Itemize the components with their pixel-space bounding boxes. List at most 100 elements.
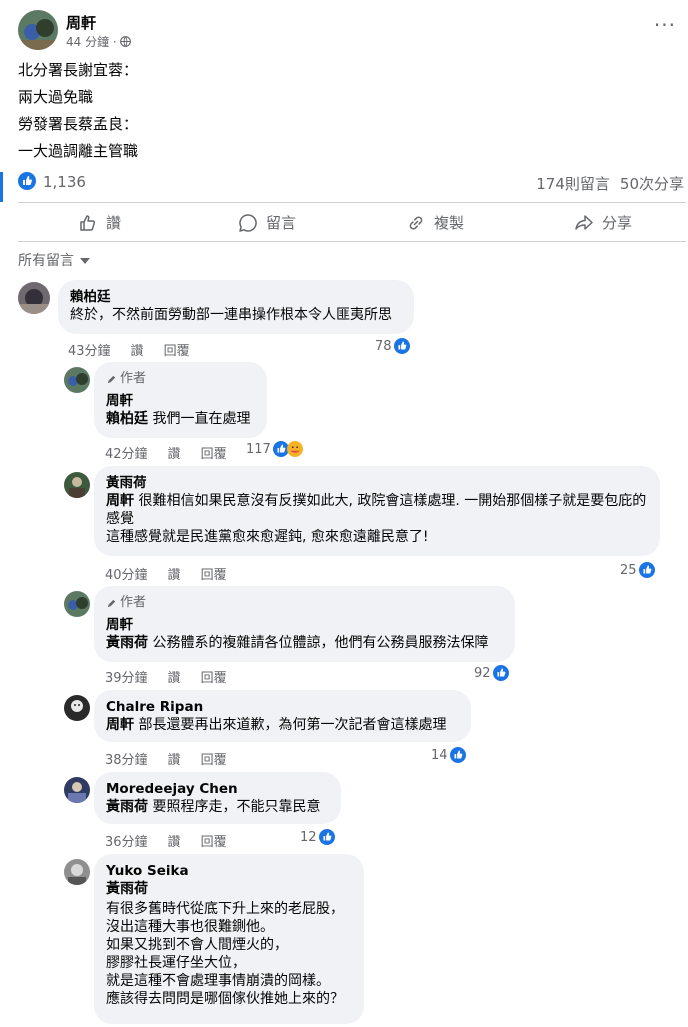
comment-actions: 38分鐘 讚 回覆 bbox=[105, 749, 227, 768]
commenter-avatar[interactable] bbox=[64, 591, 90, 617]
comment-bubble: 作者 周軒 黃雨荷 公務體系的複雜請各位體諒，他們有公務員服務法保障 bbox=[94, 586, 515, 662]
comment-text-line: 就是這種不會處理事情崩潰的岡樣。 bbox=[106, 973, 330, 989]
comment-time[interactable]: 38分鐘 bbox=[105, 749, 148, 768]
comment-like-button[interactable]: 讚 bbox=[168, 831, 181, 850]
caret-down-icon bbox=[80, 258, 90, 264]
pencil-icon bbox=[107, 599, 116, 607]
mention-tag[interactable]: 周軒 bbox=[106, 493, 134, 509]
post-author-name[interactable]: 周軒 bbox=[66, 12, 96, 33]
reaction-count: 117 bbox=[246, 441, 271, 457]
comment-author[interactable]: Moredeejay Chen bbox=[106, 780, 329, 798]
like-reaction-icon bbox=[318, 829, 335, 845]
reaction-count: 78 bbox=[375, 338, 392, 354]
post-time[interactable]: 44 分鐘 · bbox=[66, 33, 117, 50]
mention-tag[interactable]: 黃雨荷 bbox=[106, 880, 352, 898]
shares-count[interactable]: 50次分享 bbox=[620, 173, 684, 194]
comment-author[interactable]: Chalre Ripan bbox=[106, 698, 459, 716]
comment-text-line: 有很多舊時代從底下升上來的老屁股， bbox=[106, 901, 344, 917]
comment-author[interactable]: 賴柏廷 bbox=[70, 288, 402, 306]
comment-time[interactable]: 39分鐘 bbox=[105, 667, 148, 686]
comment-bubble: 賴柏廷 終於，不然前面勞動部一連串操作根本令人匪夷所思 bbox=[58, 280, 414, 334]
reaction-count: 25 bbox=[620, 562, 637, 578]
comment-body: 我們一直在處理 bbox=[148, 411, 251, 427]
comment-text: 黃雨荷 公務體系的複雜請各位體諒，他們有公務員服務法保障 bbox=[106, 634, 503, 652]
comment-text-line: 膠膠社長運仔坐大位， bbox=[106, 955, 246, 971]
like-reaction-icon[interactable] bbox=[18, 172, 36, 190]
comment-like-button[interactable]: 讚 bbox=[168, 564, 181, 583]
comment-reply-button[interactable]: 回覆 bbox=[201, 443, 227, 462]
comment-text: 賴柏廷 我們一直在處理 bbox=[106, 410, 255, 428]
mention-tag[interactable]: 黃雨荷 bbox=[106, 635, 148, 651]
comment-reactions[interactable]: 14 bbox=[431, 747, 466, 763]
commenter-avatar[interactable] bbox=[18, 282, 50, 314]
care-reaction-icon bbox=[286, 441, 303, 457]
comment-reply-button[interactable]: 回覆 bbox=[201, 564, 227, 583]
comment-text: 周軒 很難相信如果民意沒有反撲如此大, 政院會這樣處理. 一開始那個樣子就是要包… bbox=[106, 492, 648, 528]
mention-tag[interactable]: 黃雨荷 bbox=[106, 799, 148, 815]
copy-label: 複製 bbox=[434, 214, 465, 232]
commenter-avatar[interactable] bbox=[64, 777, 90, 803]
divider bbox=[18, 241, 686, 242]
commenter-avatar[interactable] bbox=[64, 367, 90, 393]
comment-bubble: 黃雨荷 周軒 很難相信如果民意沒有反撲如此大, 政院會這樣處理. 一開始那個樣子… bbox=[94, 466, 660, 556]
thumbs-up-icon bbox=[80, 214, 96, 231]
comment-time[interactable]: 36分鐘 bbox=[105, 831, 148, 850]
like-button[interactable]: 讚 bbox=[78, 212, 121, 233]
comment-like-button[interactable]: 讚 bbox=[168, 749, 181, 768]
commenter-avatar[interactable] bbox=[64, 472, 90, 498]
author-badge-label: 作者 bbox=[120, 595, 147, 610]
post-meta: 44 分鐘 · bbox=[66, 33, 131, 50]
comment-reactions[interactable]: 117 bbox=[246, 441, 303, 457]
comment-time[interactable]: 42分鐘 bbox=[105, 443, 148, 462]
comment-time[interactable]: 43分鐘 bbox=[68, 340, 111, 359]
comment-like-button[interactable]: 讚 bbox=[168, 667, 181, 686]
like-reaction-icon bbox=[638, 562, 655, 578]
post-body: 北分署長謝宜蓉： 兩大過免職 勞發署長蔡孟良： 一大過調離主管職 bbox=[18, 60, 138, 168]
comments-count[interactable]: 174則留言 bbox=[536, 173, 610, 194]
comment-bubble: Chalre Ripan 周軒 部長還要再出來道歉，為何第一次記者會這樣處理 bbox=[94, 690, 471, 742]
author-avatar[interactable] bbox=[18, 10, 58, 50]
comment-text: 周軒 部長還要再出來道歉，為何第一次記者會這樣處理 bbox=[106, 716, 459, 734]
copy-button[interactable]: 複製 bbox=[406, 212, 464, 233]
commenter-avatar[interactable] bbox=[64, 695, 90, 721]
comment-reply-button[interactable]: 回覆 bbox=[201, 831, 227, 850]
comment-reactions[interactable]: 78 bbox=[375, 338, 410, 354]
comment-body: 部長還要再出來道歉，為何第一次記者會這樣處理 bbox=[134, 717, 447, 733]
reaction-count: 14 bbox=[431, 747, 448, 763]
comment-author[interactable]: 周軒 bbox=[106, 392, 255, 410]
comment-actions: 39分鐘 讚 回覆 bbox=[105, 667, 227, 686]
like-count[interactable]: 1,136 bbox=[43, 173, 86, 191]
comment-time[interactable]: 40分鐘 bbox=[105, 564, 148, 583]
mention-tag[interactable]: 周軒 bbox=[106, 717, 134, 733]
more-options-icon[interactable]: ··· bbox=[654, 15, 676, 35]
comment-author[interactable]: Yuko Seika bbox=[106, 862, 352, 880]
comment-body: 公務體系的複雜請各位體諒，他們有公務員服務法保障 bbox=[148, 635, 489, 651]
reaction-count: 92 bbox=[474, 665, 491, 681]
comment-author[interactable]: 黃雨荷 bbox=[106, 474, 648, 492]
globe-icon bbox=[119, 36, 131, 47]
comment-like-button[interactable]: 讚 bbox=[168, 443, 181, 462]
commenter-avatar[interactable] bbox=[64, 859, 90, 885]
comment-author[interactable]: 周軒 bbox=[106, 616, 503, 634]
share-label: 分享 bbox=[602, 214, 633, 232]
like-reaction-icon bbox=[393, 338, 410, 354]
comment-text: 終於，不然前面勞動部一連串操作根本令人匪夷所思 bbox=[70, 307, 392, 323]
comment-body: 要照程序走，不能只靠民意 bbox=[148, 799, 321, 815]
comment-reactions[interactable]: 12 bbox=[300, 829, 335, 845]
comment-reply-button[interactable]: 回覆 bbox=[201, 749, 227, 768]
post-line: 一大過調離主管職 bbox=[18, 142, 139, 160]
comment-like-button[interactable]: 讚 bbox=[131, 340, 144, 359]
comment-reply-button[interactable]: 回覆 bbox=[201, 667, 227, 686]
share-button[interactable]: 分享 bbox=[574, 212, 632, 233]
comment-bubble: Yuko Seika 黃雨荷 有很多舊時代從底下升上來的老屁股， 沒出這種大事也… bbox=[94, 854, 364, 1024]
post-line: 兩大過免職 bbox=[18, 88, 94, 106]
mention-tag[interactable]: 賴柏廷 bbox=[106, 411, 148, 427]
post-line: 北分署長謝宜蓉： bbox=[18, 61, 139, 79]
comment-text-line: 這種感覺就是民進黨愈來愈遲鈍, 愈來愈遠離民意了! bbox=[106, 529, 429, 545]
comment-reactions[interactable]: 92 bbox=[474, 665, 509, 681]
comment-filter-dropdown[interactable]: 所有留言 bbox=[18, 250, 90, 270]
comment-reply-button[interactable]: 回覆 bbox=[164, 340, 190, 359]
comment-reactions[interactable]: 25 bbox=[620, 562, 655, 578]
comment-button[interactable]: 留言 bbox=[238, 212, 296, 233]
comment-bubble: Moredeejay Chen 黃雨荷 要照程序走，不能只靠民意 bbox=[94, 772, 341, 824]
